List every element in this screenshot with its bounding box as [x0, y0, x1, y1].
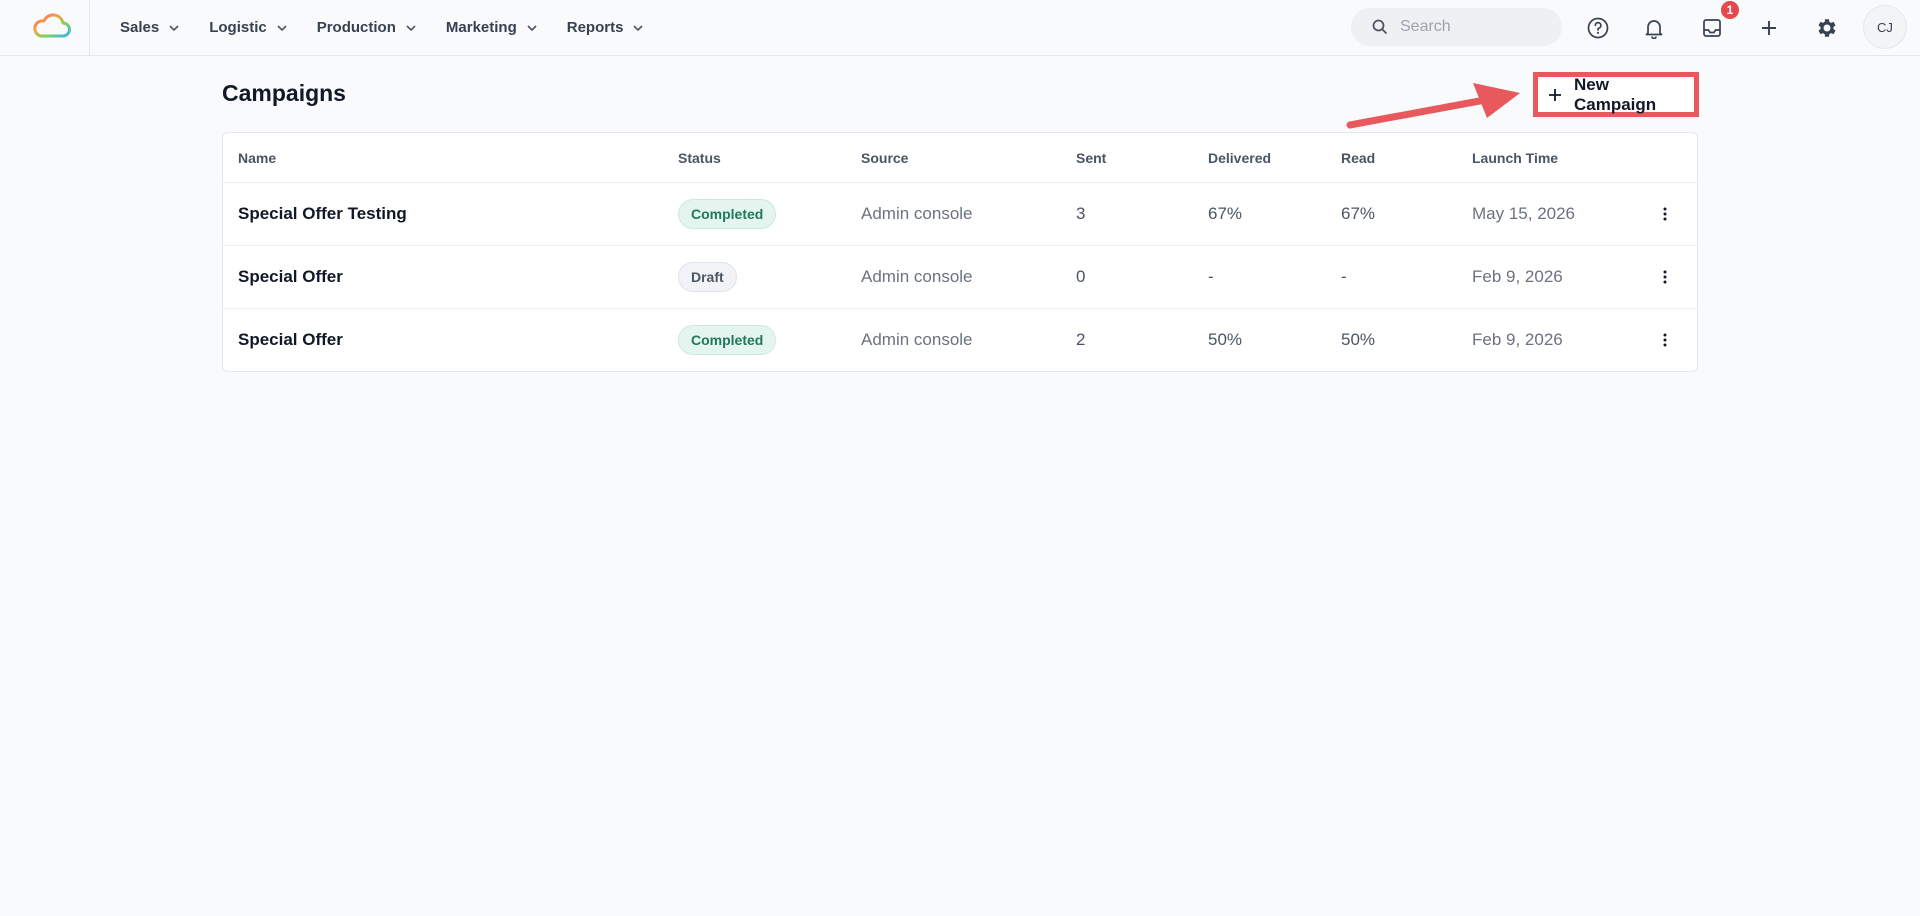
table-row[interactable]: Special Offer Testing Completed Admin co…	[223, 182, 1697, 245]
status-badge: Completed	[678, 325, 777, 355]
nav-item-reports[interactable]: Reports	[567, 19, 644, 36]
status-badge: Draft	[678, 262, 737, 292]
main-nav: Sales Logistic Production Marketing Repo…	[120, 0, 673, 55]
search-box[interactable]	[1351, 8, 1562, 46]
bell-icon[interactable]	[1640, 14, 1668, 42]
source-cell: Admin console	[861, 267, 973, 286]
sent-cell: 0	[1076, 267, 1086, 286]
read-cell: 67%	[1341, 204, 1376, 223]
nav-item-label: Production	[316, 19, 396, 36]
status-badge: Completed	[678, 199, 777, 229]
sent-cell: 2	[1076, 330, 1086, 349]
column-header-source[interactable]: Source	[861, 150, 908, 166]
launch-time-cell: May 15, 2026	[1472, 204, 1576, 223]
delivered-cell: 50%	[1208, 330, 1243, 349]
nav-item-production[interactable]: Production	[317, 19, 416, 36]
search-icon	[1372, 19, 1388, 35]
column-header-read[interactable]: Read	[1341, 150, 1375, 166]
sent-cell: 3	[1076, 204, 1086, 223]
more-options-icon[interactable]	[1663, 246, 1667, 308]
read-cell: 50%	[1341, 330, 1376, 349]
launch-time-cell: Feb 9, 2026	[1472, 267, 1563, 286]
campaign-name[interactable]: Special Offer Testing	[238, 183, 407, 245]
delivered-cell: 67%	[1208, 204, 1243, 223]
plus-icon	[1548, 88, 1562, 102]
nav-item-label: Marketing	[445, 19, 517, 36]
nav-item-sales[interactable]: Sales	[120, 19, 179, 36]
inbox-badge: 1	[1721, 1, 1739, 19]
new-campaign-button[interactable]: New Campaign	[1533, 72, 1699, 117]
avatar[interactable]: CJ	[1863, 5, 1907, 49]
launch-time-cell: Feb 9, 2026	[1472, 330, 1563, 349]
more-options-icon[interactable]	[1663, 309, 1667, 371]
chevron-down-icon	[633, 24, 644, 31]
more-options-icon[interactable]	[1663, 183, 1667, 245]
column-header-status[interactable]: Status	[678, 150, 721, 166]
chevron-down-icon	[406, 24, 416, 31]
plus-icon[interactable]	[1755, 14, 1783, 42]
gear-icon[interactable]	[1813, 14, 1841, 42]
annotation-arrow	[1346, 83, 1520, 129]
delivered-cell: -	[1208, 267, 1214, 286]
read-cell: -	[1341, 267, 1347, 286]
help-icon[interactable]	[1584, 14, 1612, 42]
source-cell: Admin console	[861, 330, 973, 349]
status-cell: Draft	[678, 246, 737, 308]
nav-item-label: Reports	[566, 19, 624, 36]
table-row[interactable]: Special Offer Completed Admin console 2 …	[223, 308, 1697, 371]
status-cell: Completed	[678, 309, 777, 371]
column-header-sent[interactable]: Sent	[1076, 150, 1106, 166]
nav-item-logistic[interactable]: Logistic	[209, 19, 287, 36]
campaign-name[interactable]: Special Offer	[238, 246, 343, 308]
inbox-icon[interactable]	[1698, 14, 1726, 42]
table-row[interactable]: Special Offer Draft Admin console 0 - - …	[223, 245, 1697, 308]
search-input[interactable]	[1400, 18, 1540, 36]
top-bar: Sales Logistic Production Marketing Repo…	[0, 0, 1920, 56]
chevron-down-icon	[527, 24, 537, 31]
column-header-delivered[interactable]: Delivered	[1208, 150, 1271, 166]
logo-cell	[0, 0, 90, 55]
status-cell: Completed	[678, 183, 777, 245]
campaigns-table: Name Status Source Sent Delivered Read L…	[222, 132, 1698, 372]
logo-icon[interactable]	[33, 13, 71, 39]
column-header-launch-time[interactable]: Launch Time	[1472, 150, 1558, 166]
column-header-name[interactable]: Name	[238, 150, 276, 166]
nav-item-marketing[interactable]: Marketing	[446, 19, 537, 36]
nav-item-label: Sales	[120, 19, 160, 36]
nav-item-label: Logistic	[209, 19, 267, 36]
chevron-down-icon	[277, 24, 287, 31]
new-campaign-label: New Campaign	[1574, 74, 1657, 114]
source-cell: Admin console	[861, 204, 973, 223]
campaign-name[interactable]: Special Offer	[238, 309, 343, 371]
chevron-down-icon	[169, 24, 179, 31]
page-title: Campaigns	[222, 80, 346, 106]
